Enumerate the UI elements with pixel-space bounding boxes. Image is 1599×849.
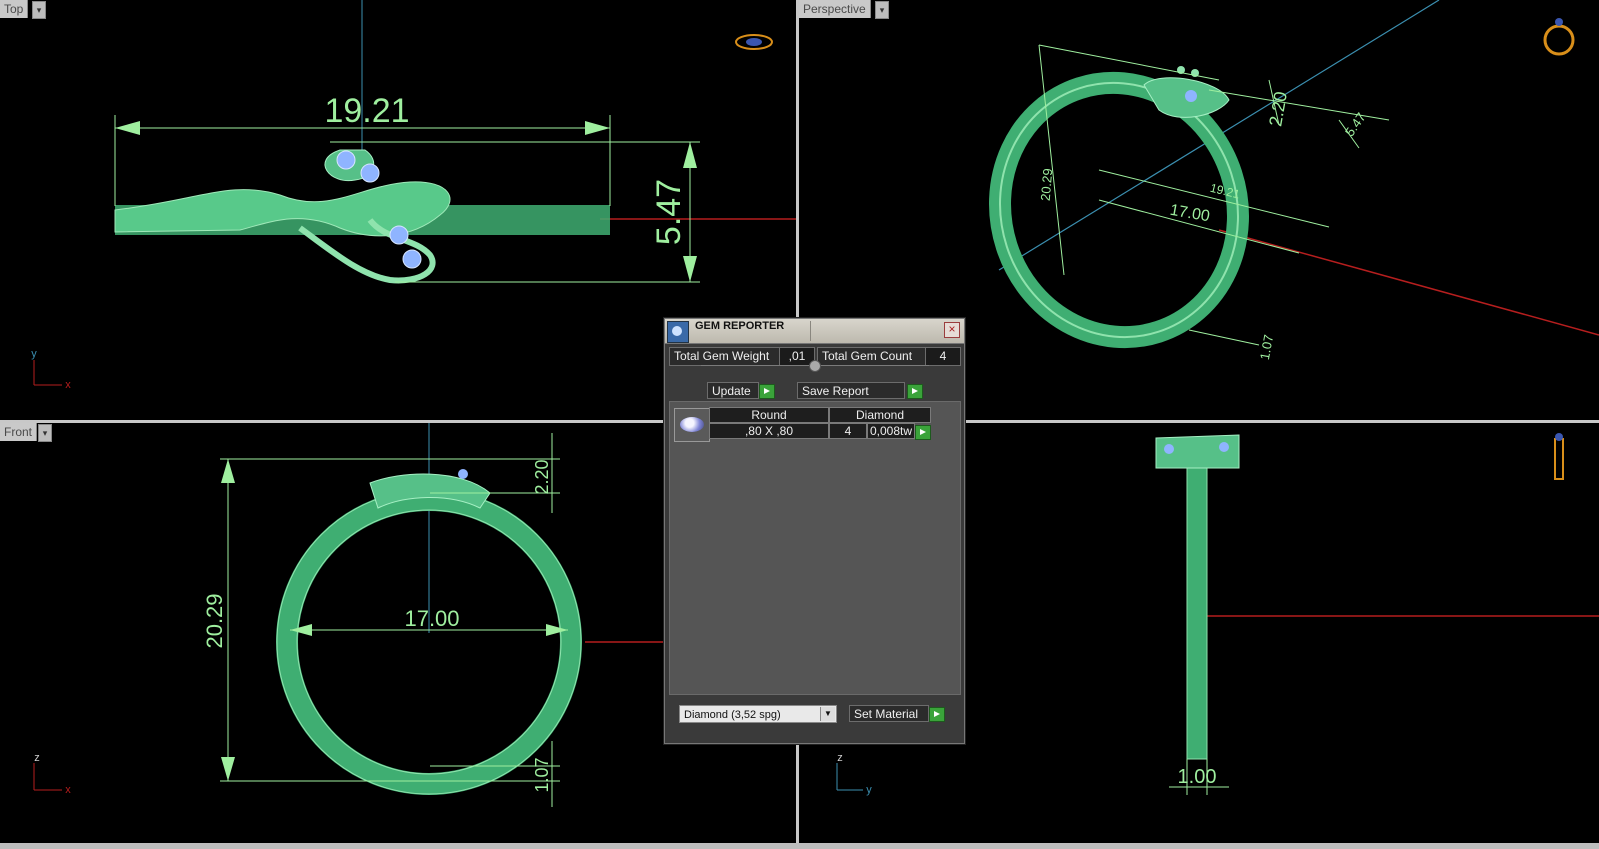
svg-text:5.47: 5.47: [1342, 110, 1369, 139]
dim-top-front: 2.20: [532, 459, 552, 494]
dialog-titlebar[interactable]: GEM REPORTER ×: [665, 319, 964, 344]
svg-text:x: x: [65, 379, 71, 391]
gem-shape-header: Round: [709, 407, 829, 423]
svg-text:z: z: [34, 752, 40, 764]
chevron-down-icon[interactable]: ▼: [820, 707, 835, 721]
status-strip: [0, 843, 1599, 849]
dim-height-top: 5.47: [650, 179, 688, 245]
svg-text:2.20: 2.20: [1265, 90, 1291, 128]
svg-text:17.00: 17.00: [1169, 202, 1211, 226]
total-gem-weight-label: Total Gem Weight: [674, 349, 770, 363]
svg-text:y: y: [866, 784, 872, 796]
gem-list-panel: Round Diamond ,80 X ,80 4 0,008tw: [669, 401, 961, 695]
ring-top-model: [114, 149, 610, 284]
dim-inner-front: 17.00: [404, 606, 459, 631]
view-orientation-icon: [1543, 18, 1575, 56]
dim-length-top: 19.21: [324, 92, 409, 130]
gem-count-cell: 4: [829, 423, 867, 439]
axis-gizmo-top: y x: [31, 348, 71, 391]
gem-row-go-icon[interactable]: [915, 425, 931, 440]
ring-perspective-model: [989, 66, 1249, 349]
svg-text:20.29: 20.29: [1038, 168, 1056, 202]
viewport-perspective-dropdown[interactable]: ▾: [875, 1, 889, 19]
viewport-front-label[interactable]: Front: [0, 423, 38, 441]
gem-weight-cell: 0,008tw: [867, 423, 915, 439]
round-gem-icon[interactable]: [674, 408, 710, 442]
total-gem-count-label-box: Total Gem Count: [817, 347, 927, 366]
gem-material-header: Diamond: [829, 407, 931, 423]
total-gem-weight-label-box: Total Gem Weight: [669, 347, 781, 366]
close-icon[interactable]: ×: [944, 322, 960, 338]
dialog-title: GEM REPORTER: [695, 320, 785, 332]
save-report-go-icon[interactable]: [907, 384, 923, 399]
ring-side-model: [1155, 434, 1240, 760]
svg-text:y: y: [31, 348, 37, 360]
viewport-top-dropdown[interactable]: ▾: [32, 1, 46, 19]
set-material-button[interactable]: Set Material: [849, 705, 929, 722]
gem-size-cell: ,80 X ,80: [709, 423, 829, 439]
dim-width-right: 1.00: [1178, 766, 1217, 788]
axis-gizmo-front: z x: [33, 752, 71, 796]
collapse-knob[interactable]: [809, 360, 821, 372]
material-select-value: Diamond (3,52 spg): [684, 709, 781, 721]
save-report-button[interactable]: Save Report: [797, 382, 905, 399]
svg-text:1.07: 1.07: [1257, 333, 1276, 361]
dim-bottom-front: 1.07: [532, 757, 552, 792]
material-select[interactable]: Diamond (3,52 spg) ▼: [679, 705, 837, 723]
update-button[interactable]: Update: [707, 382, 759, 399]
total-gem-count-label: Total Gem Count: [822, 349, 913, 363]
total-gem-count-field[interactable]: 4: [925, 347, 961, 366]
gem-reporter-dialog[interactable]: GEM REPORTER × Total Gem Weight ,01 Tota…: [664, 318, 965, 744]
viewport-top-label[interactable]: Top: [0, 0, 29, 18]
svg-text:x: x: [65, 784, 71, 796]
axis-gizmo-right: z y: [836, 752, 872, 796]
view-orientation-icon: [1554, 433, 1564, 480]
svg-text:z: z: [837, 752, 843, 764]
gem-reporter-icon: [667, 321, 689, 343]
view-orientation-icon: [735, 34, 773, 50]
set-material-go-icon[interactable]: [929, 707, 945, 722]
dim-height-front: 20.29: [202, 593, 227, 648]
update-go-icon[interactable]: [759, 384, 775, 399]
viewport-perspective-label[interactable]: Perspective: [799, 0, 871, 18]
viewport-front-dropdown[interactable]: ▾: [38, 424, 52, 442]
